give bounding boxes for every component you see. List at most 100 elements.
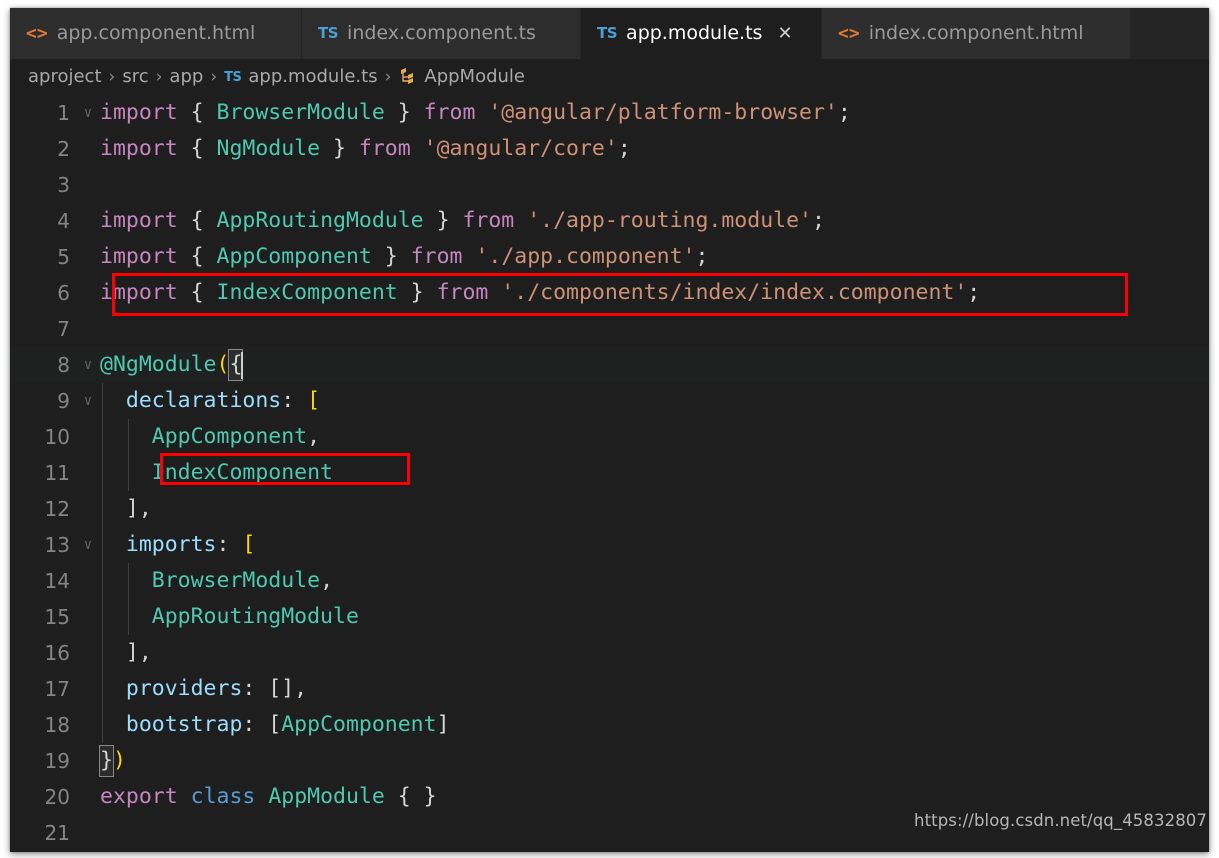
line-number: 14	[44, 569, 70, 593]
token-keyword: import	[100, 100, 178, 125]
class-symbol-icon	[398, 67, 417, 87]
line-number: 3	[57, 173, 70, 197]
indent-guide	[102, 383, 103, 419]
tab-index-component-ts[interactable]: TS index.component.ts	[302, 8, 581, 59]
typescript-file-icon: TS	[318, 24, 339, 42]
line-number: 18	[44, 713, 70, 737]
code-line[interactable]: 18 bootstrap: [AppComponent]	[10, 707, 1209, 743]
code-line[interactable]: 3	[10, 167, 1209, 203]
token-type: AppRoutingModule	[151, 604, 359, 629]
line-number: 20	[44, 785, 70, 809]
token-punctuation: ;	[811, 208, 825, 233]
chevron-right-icon: ›	[384, 66, 392, 87]
breadcrumb: aproject › src › app › TS app.module.ts …	[10, 59, 1209, 95]
breadcrumb-item-app[interactable]: app	[169, 68, 203, 86]
tab-index-component-html[interactable]: <> index.component.html	[822, 8, 1131, 59]
token-brace: {	[177, 208, 217, 233]
breadcrumb-item-src[interactable]: src	[122, 68, 148, 86]
token-keyword: from	[423, 100, 476, 125]
code-line[interactable]: 19 })	[10, 743, 1209, 779]
chevron-right-icon: ›	[108, 66, 116, 87]
tab-app-component-html[interactable]: <> app.component.html	[10, 8, 302, 59]
code-content: AppComponent,	[100, 419, 1209, 455]
token-punctuation: :	[242, 676, 269, 701]
line-number: 9	[57, 389, 70, 413]
code-content: import { BrowserModule } from '@angular/…	[100, 95, 1209, 131]
token-type: AppComponent	[216, 244, 372, 269]
token-type: BrowserModule	[151, 568, 321, 593]
token-paren: (	[216, 352, 230, 377]
code-line[interactable]: 15 AppRoutingModule	[10, 599, 1209, 635]
tab-label: index.component.ts	[347, 22, 536, 44]
code-line[interactable]: 7	[10, 311, 1209, 347]
class-symbol-glyph	[401, 68, 414, 84]
indent-guide	[128, 419, 129, 455]
code-line[interactable]: 16 ],	[10, 635, 1209, 671]
code-content: imports: [	[100, 527, 1209, 563]
code-line[interactable]: 17 providers: [],	[10, 671, 1209, 707]
code-line-highlighted-import[interactable]: 6 import { IndexComponent } from './comp…	[10, 275, 1209, 311]
code-content: export class AppModule { }	[100, 779, 1209, 815]
code-content: @NgModule({	[100, 347, 1209, 383]
token-brace: }	[384, 100, 424, 125]
token-keyword: from	[436, 280, 489, 305]
token-property: imports	[125, 532, 217, 557]
token-brace: }	[423, 208, 463, 233]
token-brace: }	[371, 244, 411, 269]
token-keyword: import	[100, 208, 178, 233]
code-line[interactable]: 2 import { NgModule } from '@angular/cor…	[10, 131, 1209, 167]
tab-app-module-ts[interactable]: TS app.module.ts ✕	[581, 8, 822, 59]
indent-guide	[128, 563, 129, 599]
code-line[interactable]: 20 export class AppModule { }	[10, 779, 1209, 815]
breadcrumb-item-appmodule[interactable]: AppModule	[424, 68, 525, 86]
code-line[interactable]: 14 BrowserModule,	[10, 563, 1209, 599]
line-number: 8	[57, 353, 70, 377]
token-type: AppRoutingModule	[216, 208, 424, 233]
fold-chevron-icon[interactable]: ∨	[76, 383, 100, 419]
breadcrumb-item-app-module-ts[interactable]: app.module.ts	[248, 68, 377, 86]
indent-guide	[102, 455, 103, 491]
code-line[interactable]: 4 import { AppRoutingModule } from './ap…	[10, 203, 1209, 239]
code-content: import { NgModule } from '@angular/core'…	[100, 131, 1209, 167]
token-punctuation: ;	[695, 244, 709, 269]
indent-guide	[102, 635, 103, 671]
code-line[interactable]: 13 ∨ imports: [	[10, 527, 1209, 563]
token-punctuation: ],	[125, 640, 152, 665]
code-line[interactable]: 9 ∨ declarations: [	[10, 383, 1209, 419]
token-brace-match: }	[99, 745, 114, 777]
code-line[interactable]: 12 ],	[10, 491, 1209, 527]
token-bracket: [	[242, 532, 256, 557]
code-content: bootstrap: [AppComponent]	[100, 707, 1209, 743]
token-brace: {	[177, 280, 217, 305]
token-punctuation: ,	[307, 424, 321, 449]
token-keyword: class	[190, 784, 256, 809]
code-line[interactable]: 10 AppComponent,	[10, 419, 1209, 455]
line-number: 5	[57, 245, 70, 269]
fold-chevron-icon[interactable]: ∨	[76, 347, 100, 383]
code-line[interactable]: 5 import { AppComponent } from './app.co…	[10, 239, 1209, 275]
code-line-current[interactable]: 8 ∨ @NgModule({	[10, 347, 1209, 383]
tab-label: app.module.ts	[626, 22, 763, 44]
token-keyword: from	[358, 136, 411, 161]
code-line[interactable]: 1 ∨ import { BrowserModule } from '@angu…	[10, 95, 1209, 131]
token-punctuation: ],	[125, 496, 152, 521]
line-number: 2	[57, 137, 70, 161]
token-keyword: import	[100, 280, 178, 305]
fold-chevron-icon[interactable]: ∨	[76, 527, 100, 563]
line-number: 16	[44, 641, 70, 665]
code-line-highlighted-declaration[interactable]: 11 IndexComponent	[10, 455, 1209, 491]
token-punctuation: ;	[837, 100, 851, 125]
fold-chevron-icon[interactable]: ∨	[76, 95, 100, 131]
indent-guide	[102, 527, 103, 563]
token-brace: }	[397, 280, 437, 305]
indent-guide	[102, 671, 103, 707]
line-number: 19	[44, 749, 70, 773]
line-number: 10	[44, 425, 70, 449]
close-icon[interactable]: ✕	[777, 24, 792, 43]
code-content: AppRoutingModule	[100, 599, 1209, 635]
code-editor[interactable]: 1 ∨ import { BrowserModule } from '@angu…	[10, 95, 1209, 852]
breadcrumb-item-aproject[interactable]: aproject	[28, 68, 102, 86]
code-content: import { AppRoutingModule } from './app-…	[100, 203, 1209, 239]
token-string: './app-routing.module'	[514, 208, 812, 233]
